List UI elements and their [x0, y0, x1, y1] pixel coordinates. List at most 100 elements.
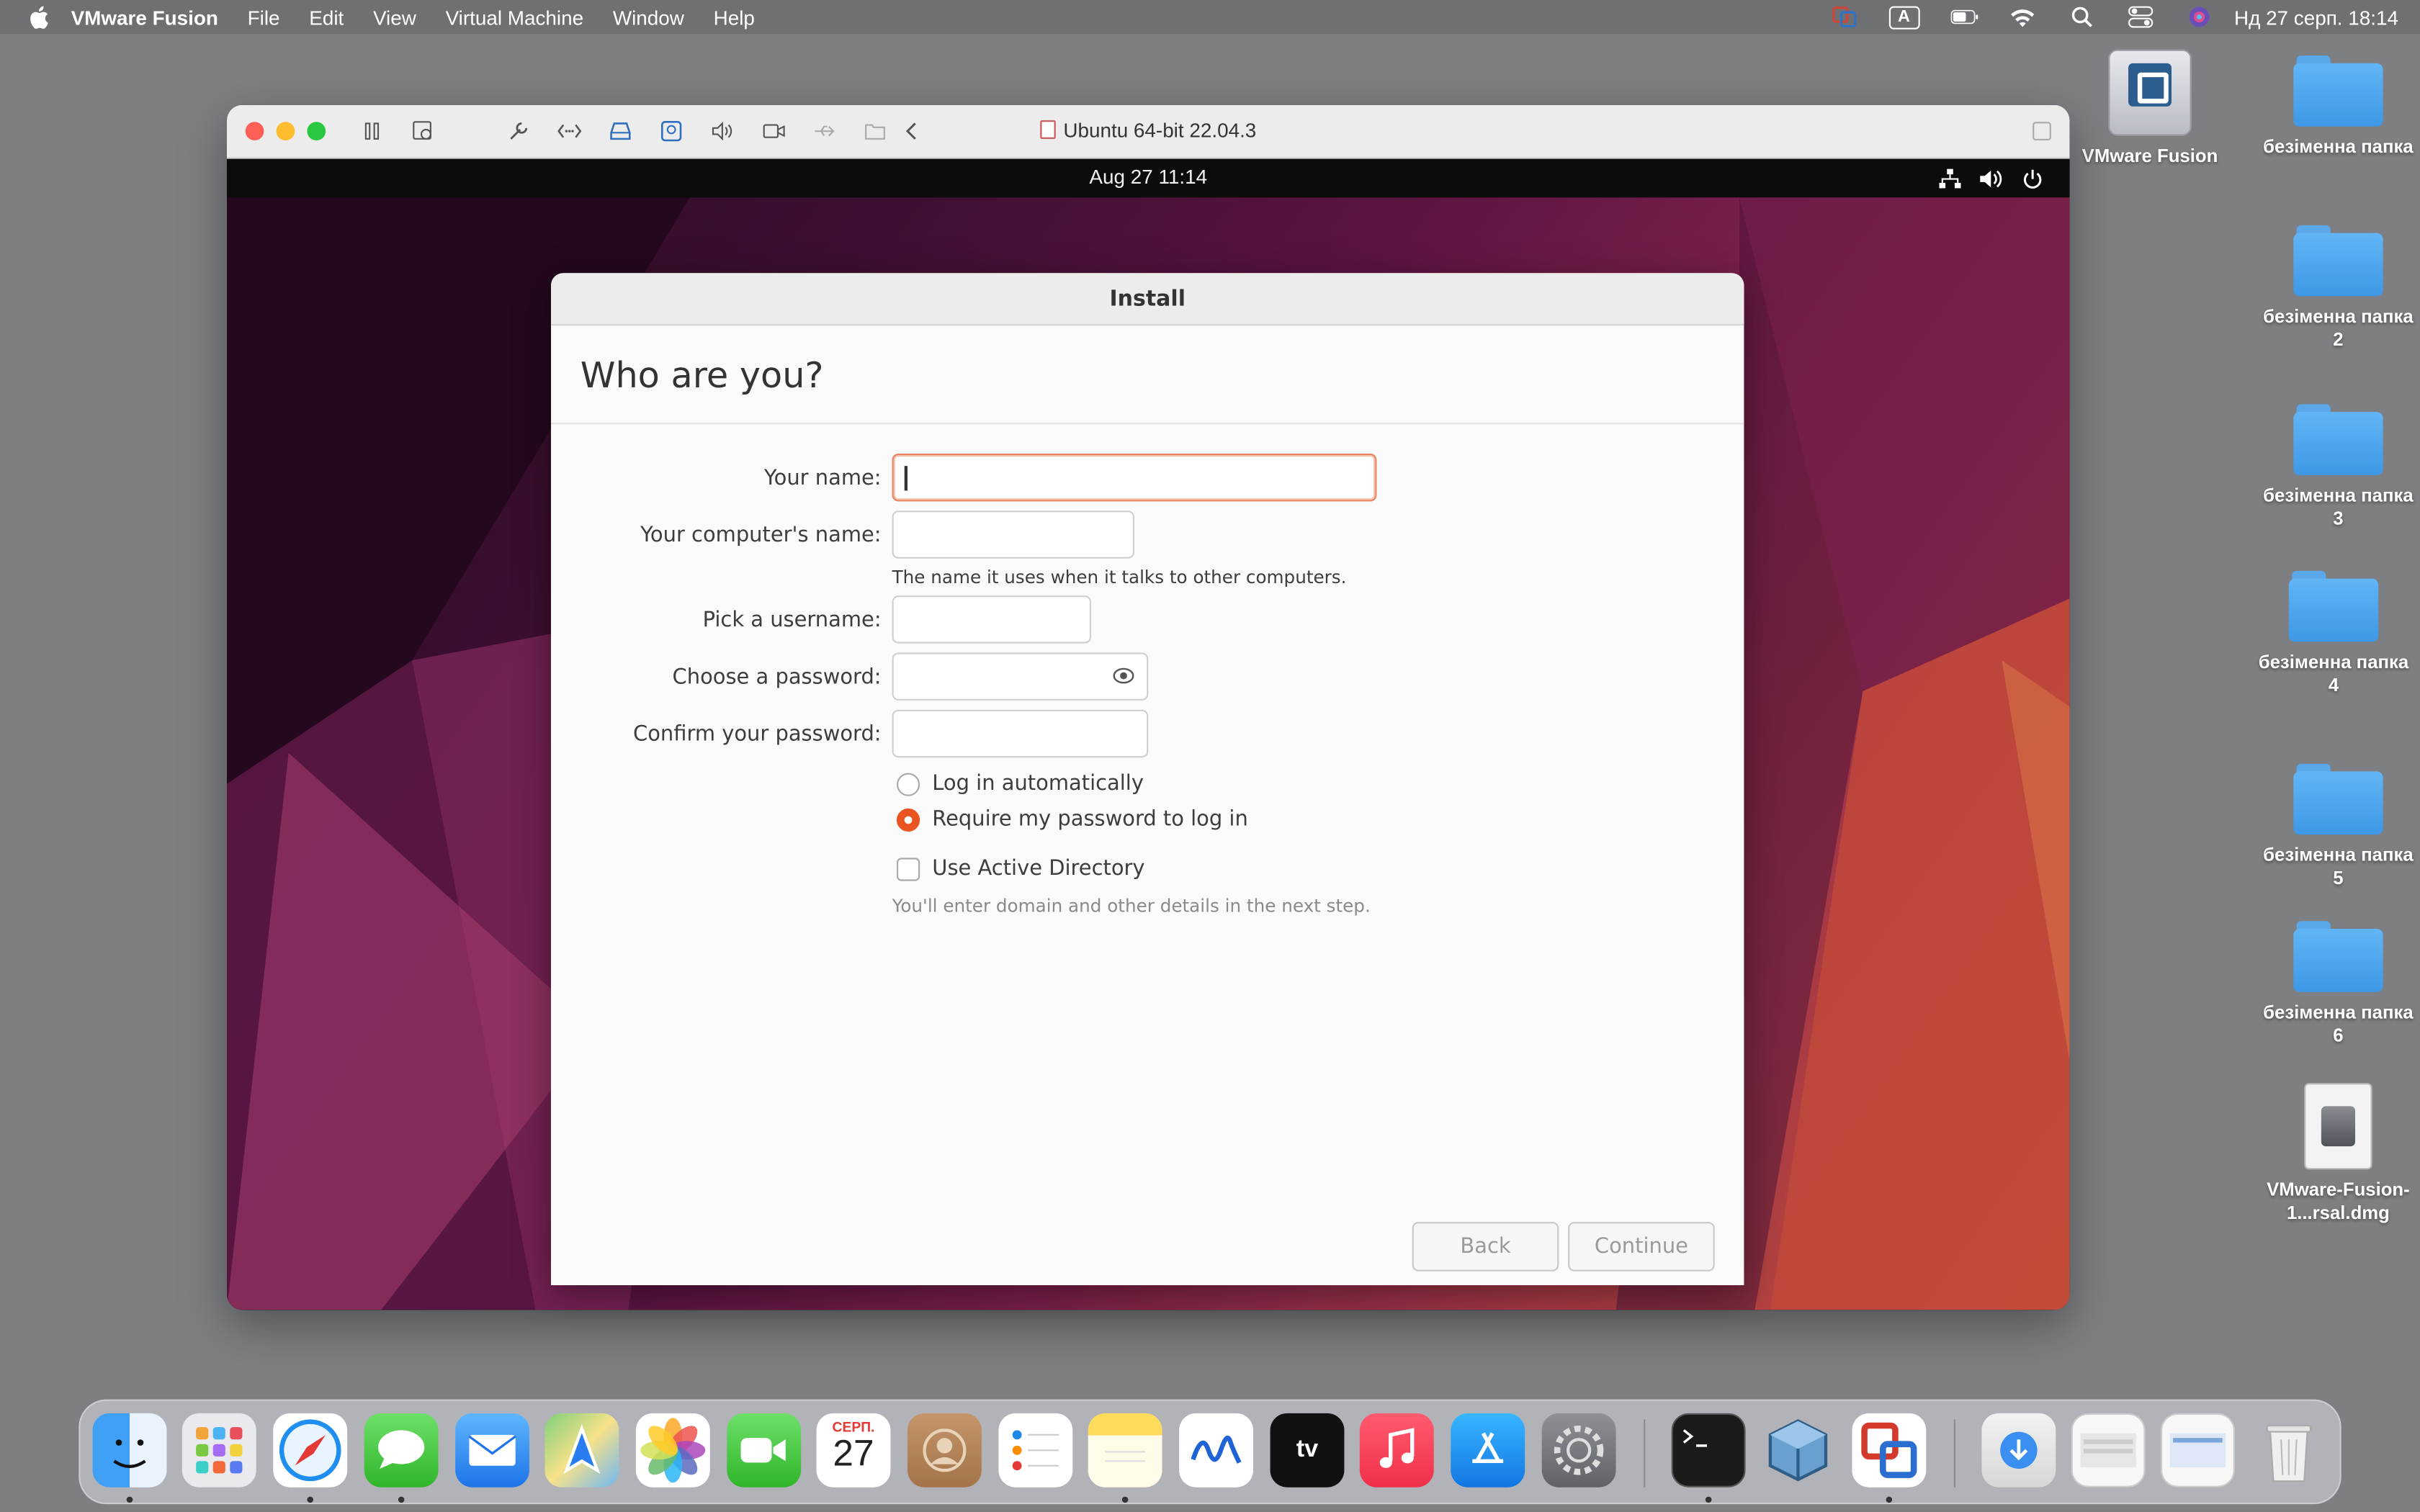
computer-name-hint: The name it uses when it talks to other …: [892, 566, 1347, 588]
battery-icon[interactable]: [1950, 6, 1978, 28]
safari-icon[interactable]: [273, 1413, 348, 1488]
notes-icon[interactable]: [1088, 1413, 1162, 1488]
confirm-password-input[interactable]: [892, 709, 1149, 758]
mail-icon[interactable]: [455, 1413, 529, 1488]
confirm-password-label: Confirm your password:: [633, 721, 882, 747]
menu-window[interactable]: Window: [613, 6, 684, 29]
menu-virtual-machine[interactable]: Virtual Machine: [446, 6, 584, 29]
folder-icon: [2293, 404, 2383, 475]
tv-label: tv: [1296, 1436, 1319, 1463]
spotlight-search-icon[interactable]: [2068, 6, 2096, 28]
installer-titlebar: Install: [551, 273, 1744, 326]
desktop-item-label: безіменна папка 4: [2258, 651, 2409, 696]
menu-edit[interactable]: Edit: [309, 6, 344, 29]
computer-name-input[interactable]: [892, 510, 1134, 559]
desktop-folder[interactable]: безіменна папка: [2254, 55, 2420, 159]
installer-dialog: Install Who are you? Your name: Your com…: [551, 273, 1744, 1286]
installer-form: Your name: Your computer's name: The nam…: [551, 424, 1744, 1285]
launchpad-icon[interactable]: [182, 1413, 256, 1488]
running-indicator: [398, 1496, 405, 1503]
running-indicator: [1121, 1496, 1129, 1503]
desktop-item-label: VMware Fusion: [2081, 145, 2218, 167]
maps-icon[interactable]: [544, 1413, 619, 1488]
app-store-icon[interactable]: [1451, 1413, 1525, 1488]
desktop-item-label: безіменна папка 3: [2263, 484, 2414, 529]
login-automatically-label: Log in automatically: [932, 771, 1144, 796]
vm-title-text: Ubuntu 64-bit 22.04.3: [1063, 119, 1257, 143]
trash-icon[interactable]: [2251, 1413, 2326, 1488]
power-icon[interactable]: [2020, 166, 2045, 189]
screen: VMware Fusion File Edit View Virtual Mac…: [0, 0, 2420, 1512]
terminal-icon[interactable]: [1671, 1413, 1746, 1488]
wifi-icon[interactable]: [2009, 6, 2037, 28]
active-directory-checkbox[interactable]: [897, 857, 920, 881]
reminders-icon[interactable]: [998, 1413, 1073, 1488]
freeform-icon[interactable]: [1179, 1413, 1253, 1488]
messages-icon[interactable]: [364, 1413, 439, 1488]
menu-file[interactable]: File: [248, 6, 280, 29]
network-icon[interactable]: [1937, 166, 1961, 189]
apple-menu-icon[interactable]: [28, 5, 50, 29]
control-center-icon[interactable]: [2126, 6, 2154, 28]
contacts-icon[interactable]: [908, 1413, 982, 1488]
dock: СЕРП. 27 tv: [79, 1399, 2341, 1505]
music-icon[interactable]: [1359, 1413, 1434, 1488]
screenshot-thumbnail[interactable]: [2161, 1413, 2235, 1488]
desktop-folder[interactable]: безіменна папка 4: [2249, 570, 2419, 698]
folder-icon: [2293, 921, 2383, 992]
vmware-fusion-app-icon: [2108, 49, 2192, 136]
finder-icon[interactable]: [92, 1413, 167, 1488]
desktop-item-label: безіменна папка 6: [2263, 1001, 2414, 1046]
system-settings-icon[interactable]: [1541, 1413, 1616, 1488]
require-password-option[interactable]: Require my password to log in: [897, 807, 1248, 832]
username-input[interactable]: [892, 595, 1091, 644]
folder-icon: [2293, 763, 2383, 835]
desktop-folder[interactable]: безіменна папка 3: [2254, 404, 2420, 531]
continue-button[interactable]: Continue: [1568, 1222, 1715, 1272]
vm-document-icon: [1040, 120, 1056, 139]
menu-bar: VMware Fusion File Edit View Virtual Mac…: [0, 0, 2420, 35]
username-label: Pick a username:: [702, 608, 882, 633]
ubuntu-clock[interactable]: Aug 27 11:14: [227, 165, 2070, 188]
desktop-item-label: безіменна папка 5: [2263, 844, 2414, 889]
tv-icon[interactable]: tv: [1270, 1413, 1345, 1488]
show-password-eye-icon[interactable]: [1113, 667, 1134, 685]
disk-image-icon: [2304, 1083, 2372, 1170]
menu-app-name[interactable]: VMware Fusion: [71, 6, 218, 29]
vmware-fusion-dock-icon[interactable]: [1852, 1413, 1927, 1488]
desktop-folder[interactable]: безіменна папка 5: [2254, 763, 2420, 891]
volume-icon[interactable]: [1978, 166, 2003, 189]
screenshot-thumbnail[interactable]: [2071, 1413, 2146, 1488]
input-source-icon[interactable]: A: [1888, 5, 1919, 29]
folder-icon: [2293, 225, 2383, 297]
virtualbox-icon[interactable]: [1761, 1413, 1835, 1488]
password-label: Choose a password:: [672, 665, 882, 690]
downloads-folder-icon[interactable]: [1981, 1413, 2056, 1488]
desktop-item-vmware-fusion[interactable]: VMware Fusion: [2065, 49, 2235, 168]
calendar-day: 27: [833, 1433, 874, 1475]
computer-name-label: Your computer's name:: [640, 523, 882, 548]
photos-icon[interactable]: [635, 1413, 710, 1488]
ubuntu-system-tray: [1920, 166, 2045, 189]
require-password-radio[interactable]: [897, 807, 920, 831]
menubar-clock[interactable]: Нд 27 серп. 18:14: [2234, 6, 2398, 29]
your-name-input[interactable]: [892, 454, 1377, 502]
login-automatically-option[interactable]: Log in automatically: [897, 771, 1144, 796]
calendar-icon[interactable]: СЕРП. 27: [816, 1413, 891, 1488]
vmware-status-icon[interactable]: [1830, 6, 1858, 28]
facetime-icon[interactable]: [727, 1413, 802, 1488]
siri-icon[interactable]: [2184, 6, 2213, 28]
menu-view[interactable]: View: [373, 6, 416, 29]
login-automatically-radio[interactable]: [897, 772, 920, 796]
desktop-folder[interactable]: безіменна папка 6: [2254, 921, 2420, 1048]
desktop-folder[interactable]: безіменна папка 2: [2254, 225, 2420, 352]
active-directory-option[interactable]: Use Active Directory: [897, 856, 1145, 881]
back-button[interactable]: Back: [1412, 1222, 1559, 1272]
desktop-item-label: VMware-Fusion-1...rsal.dmg: [2267, 1179, 2410, 1224]
folder-icon: [2293, 55, 2383, 127]
menu-help[interactable]: Help: [714, 6, 755, 29]
desktop-item-dmg[interactable]: VMware-Fusion-1...rsal.dmg: [2254, 1083, 2420, 1225]
fullscreen-icon[interactable]: [2033, 122, 2051, 140]
password-input[interactable]: [892, 652, 1149, 701]
text-caret: [904, 466, 907, 491]
